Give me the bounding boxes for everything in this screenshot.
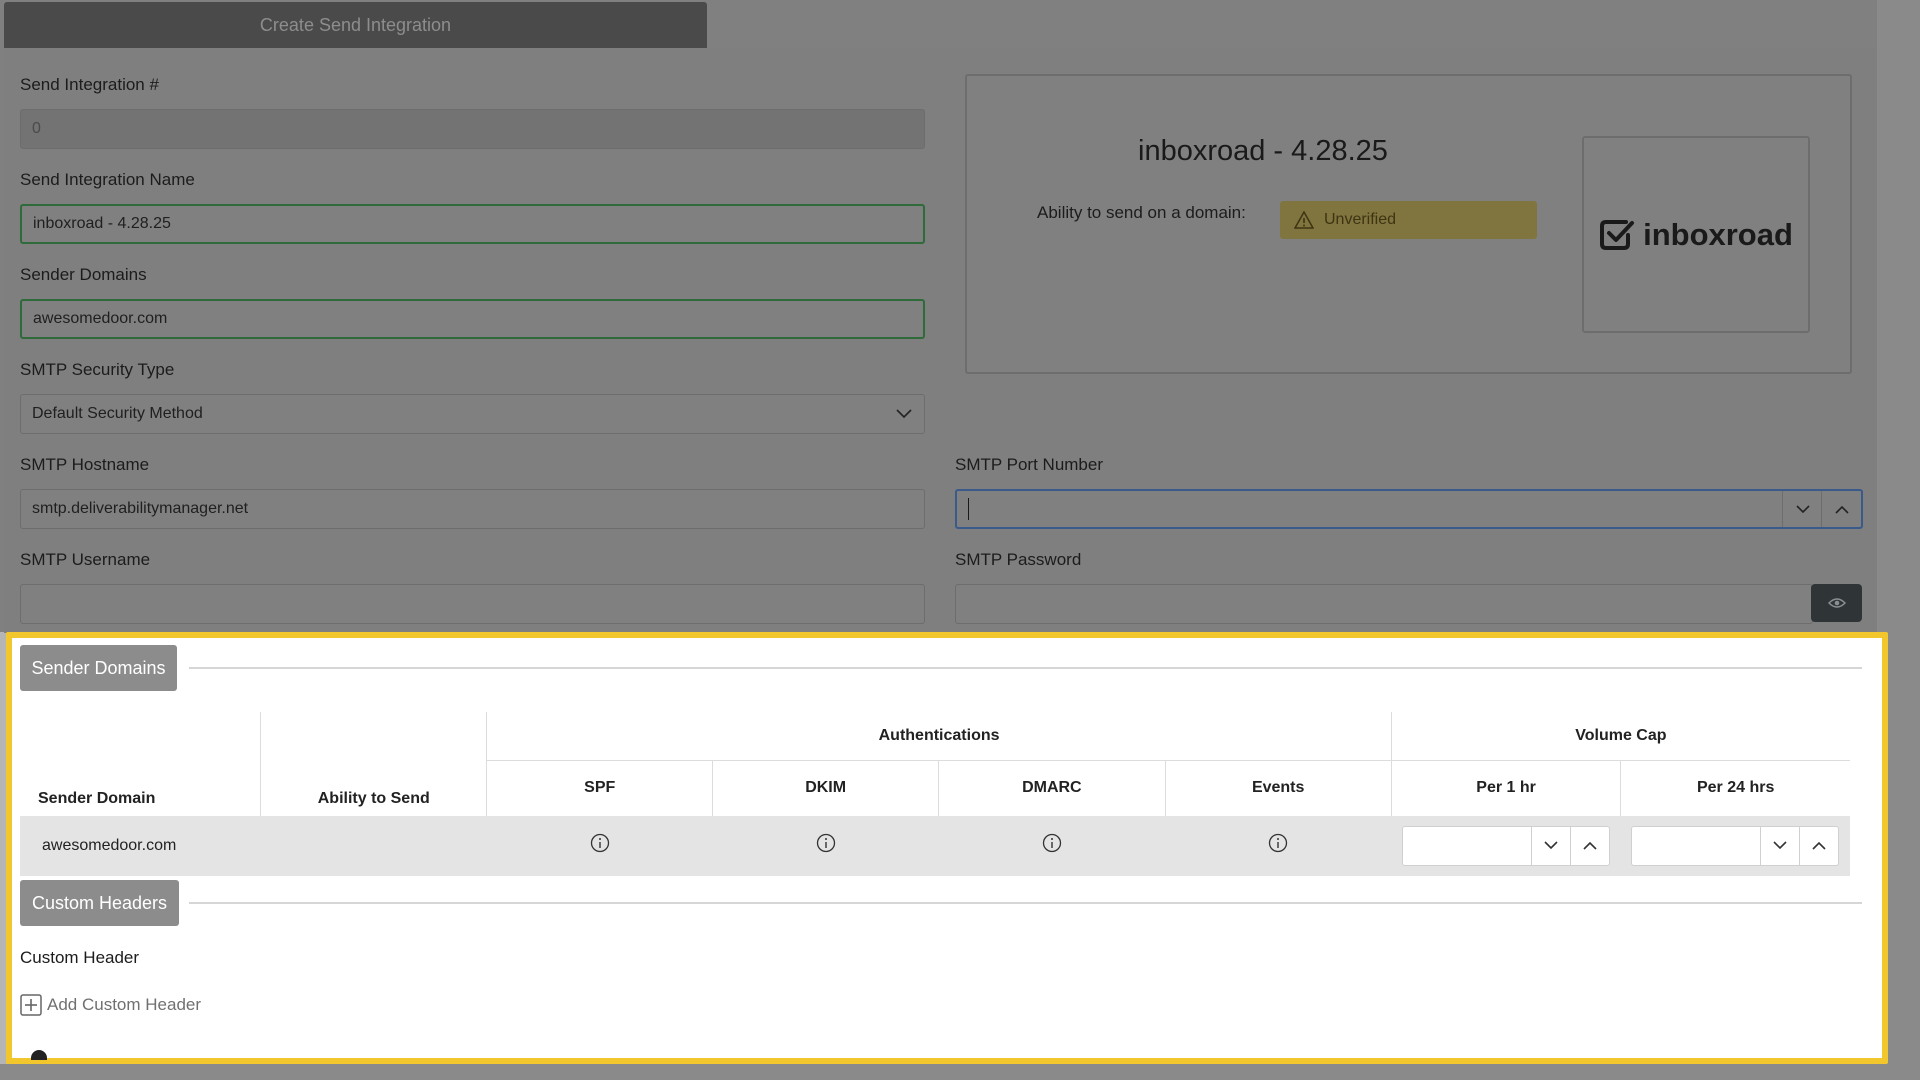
help-icon[interactable]	[31, 1050, 47, 1060]
chevron-down-icon	[1795, 504, 1810, 513]
table-header-cell	[260, 712, 487, 761]
smtp-username-label: SMTP Username	[20, 550, 151, 569]
provider-logo: inboxroad	[1582, 136, 1810, 333]
smtp-port-input[interactable]	[955, 489, 1863, 529]
sender-domains-label: Sender Domains	[20, 265, 147, 284]
volume-cap-group-header: Volume Cap	[1390, 712, 1850, 761]
dkim-cell	[712, 815, 939, 876]
smtp-port-label: SMTP Port Number	[955, 455, 1104, 474]
per-24-hrs-input[interactable]	[1631, 825, 1840, 866]
custom-headers-section-button[interactable]: Custom Headers	[20, 880, 179, 926]
ability-to-send-cell	[260, 815, 487, 876]
card-title: inboxroad - 4.28.25	[1138, 135, 1388, 167]
dmarc-cell	[938, 815, 1166, 876]
sender-domains-section-button[interactable]: Sender Domains	[20, 645, 177, 691]
warning-icon	[1294, 211, 1314, 229]
section-divider	[189, 902, 1862, 904]
info-icon[interactable]	[1042, 833, 1062, 853]
port-decrement-button[interactable]	[1782, 491, 1822, 527]
table-row: awesomedoor.com	[20, 815, 1850, 876]
bottom-gutter	[0, 1064, 1920, 1080]
integration-number-field: 0	[20, 109, 925, 149]
smtp-hostname-value: smtp.deliverabilitymanager.net	[32, 500, 249, 517]
sender-domains-value: awesomedoor.com	[33, 310, 168, 327]
per-1-hr-decrement-button[interactable]	[1531, 826, 1570, 865]
table-header-row: Sender Domain Ability to Send SPF DKIM D…	[20, 760, 1850, 816]
column-header-events: Events	[1164, 760, 1392, 816]
info-icon[interactable]	[590, 833, 610, 853]
per-1-hr-cell	[1391, 815, 1621, 876]
smtp-username-input[interactable]	[20, 584, 925, 624]
chevron-down-icon	[1544, 841, 1558, 850]
column-header-ability-to-send: Ability to Send	[260, 760, 487, 816]
smtp-password-label: SMTP Password	[955, 550, 1082, 569]
table-header-cell	[20, 712, 261, 761]
add-custom-header-button[interactable]: Add Custom Header	[20, 994, 201, 1016]
per-24-hrs-value	[1632, 827, 1760, 865]
sender-domain-cell: awesomedoor.com	[20, 815, 261, 876]
integration-name-input[interactable]: inboxroad - 4.28.25	[20, 204, 925, 244]
status-text: Unverified	[1324, 211, 1397, 228]
integration-name-value: inboxroad - 4.28.25	[33, 215, 171, 232]
smtp-security-type-value: Default Security Method	[32, 405, 203, 422]
smtp-hostname-input[interactable]: smtp.deliverabilitymanager.net	[20, 489, 925, 529]
per-24-hrs-decrement-button[interactable]	[1760, 826, 1799, 865]
per-24-hrs-increment-button[interactable]	[1799, 826, 1838, 865]
per-24-hrs-cell	[1620, 815, 1850, 876]
smtp-security-type-label: SMTP Security Type	[20, 360, 175, 379]
column-header-dmarc: DMARC	[938, 760, 1166, 816]
column-header-dkim: DKIM	[712, 760, 939, 816]
info-icon[interactable]	[816, 833, 836, 853]
smtp-security-type-select[interactable]: Default Security Method	[20, 394, 925, 434]
custom-header-label: Custom Header	[20, 948, 140, 967]
per-1-hr-increment-button[interactable]	[1570, 826, 1609, 865]
status-badge: Unverified	[1280, 201, 1537, 239]
smtp-hostname-label: SMTP Hostname	[20, 455, 150, 474]
eye-icon	[1827, 598, 1846, 608]
smtp-password-input[interactable]	[955, 584, 1813, 624]
ability-to-send-label: Ability to send on a domain:	[1037, 203, 1246, 222]
text-cursor	[968, 498, 969, 520]
chevron-up-icon	[1812, 841, 1826, 850]
spf-cell	[486, 815, 713, 876]
port-increment-button[interactable]	[1821, 491, 1861, 527]
chevron-down-icon	[896, 409, 912, 419]
column-header-spf: SPF	[486, 760, 713, 816]
add-custom-header-label: Add Custom Header	[47, 995, 202, 1014]
chevron-up-icon	[1834, 505, 1849, 514]
column-header-per-1-hr: Per 1 hr	[1390, 760, 1621, 816]
sender-domains-table: Authentications Volume Cap Sender Domain…	[20, 712, 1850, 876]
plus-square-icon	[20, 994, 42, 1016]
section-divider	[189, 667, 1862, 669]
tab-create-send-integration[interactable]: Create Send Integration	[4, 2, 707, 48]
column-header-per-24-hrs: Per 24 hrs	[1620, 760, 1850, 816]
integration-number-label: Send Integration #	[20, 75, 159, 94]
integration-name-label: Send Integration Name	[20, 170, 195, 189]
info-icon[interactable]	[1268, 833, 1288, 853]
per-1-hr-input[interactable]	[1402, 825, 1611, 866]
checkbox-logo-icon	[1600, 219, 1635, 250]
chevron-down-icon	[1773, 841, 1787, 850]
events-cell	[1165, 815, 1392, 876]
sender-domains-input[interactable]: awesomedoor.com	[20, 299, 925, 339]
toggle-password-visibility-button[interactable]	[1811, 584, 1862, 622]
table-group-header-row: Authentications Volume Cap	[20, 712, 1850, 761]
column-header-sender-domain: Sender Domain	[38, 789, 156, 807]
per-1-hr-value	[1403, 827, 1531, 865]
chevron-up-icon	[1583, 841, 1597, 850]
integration-number-value: 0	[32, 120, 41, 137]
authentications-group-header: Authentications	[486, 712, 1392, 761]
logo-text: inboxroad	[1643, 216, 1793, 252]
